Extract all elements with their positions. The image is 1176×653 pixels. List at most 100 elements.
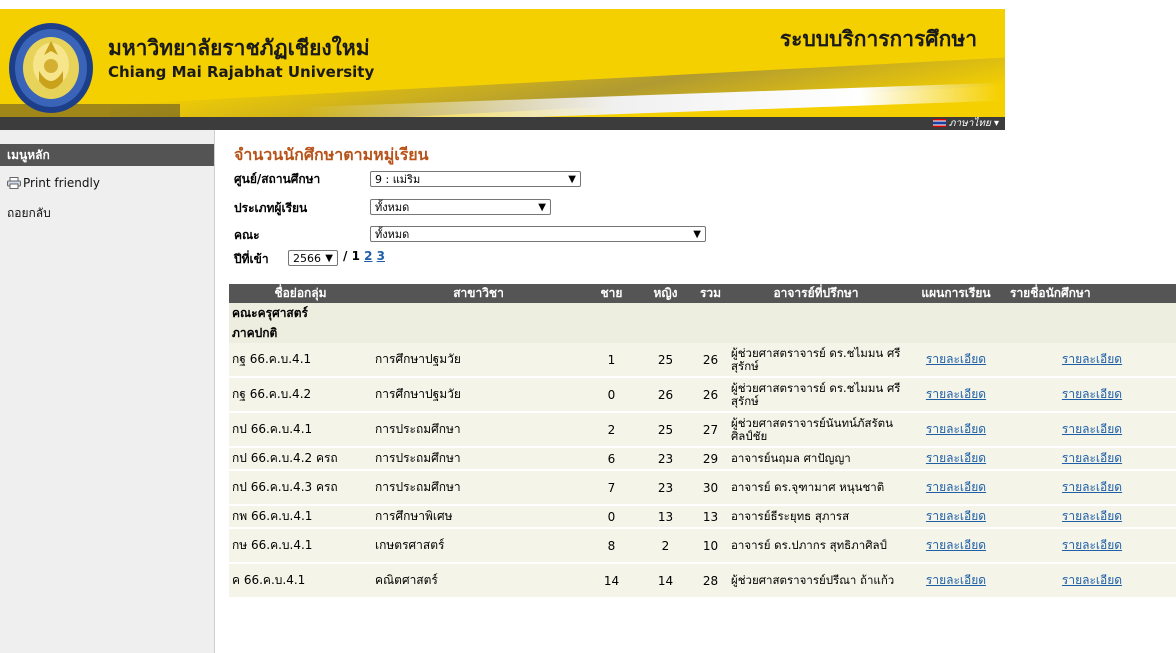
group-cell: ค 66.ค.บ.4.1	[229, 563, 372, 599]
page-title: จำนวนนักศึกษาตามหมู่เรียน	[234, 145, 429, 164]
menu-title: เมนูหลัก	[0, 144, 214, 166]
faculty-label: คณะ	[234, 228, 260, 242]
student-list-link[interactable]: รายละเอียด	[1062, 573, 1122, 587]
study-plan-link-cell: รายละเอียด	[904, 377, 1008, 413]
section-group-label: ภาคปกติ	[229, 323, 1176, 343]
study-plan-link[interactable]: รายละเอียด	[926, 509, 986, 523]
study-plan-link[interactable]: รายละเอียด	[926, 538, 986, 552]
column-header: อาจารย์ที่ปรึกษา	[728, 284, 904, 303]
student-list-link[interactable]: รายละเอียด	[1062, 352, 1122, 366]
student-list-link-cell: รายละเอียด	[1008, 343, 1176, 378]
major-cell: การประถมศึกษา	[372, 447, 585, 471]
group-cell: กพ 66.ค.บ.4.1	[229, 505, 372, 529]
female-count-cell: 23	[638, 447, 693, 471]
student-list-link-cell: รายละเอียด	[1008, 528, 1176, 564]
major-cell: การศึกษาปฐมวัย	[372, 377, 585, 413]
chevron-down-icon: ▼	[693, 229, 701, 240]
female-count-cell: 13	[638, 505, 693, 529]
student-list-link-cell: รายละเอียด	[1008, 447, 1176, 471]
learner-type-select[interactable]: ทั้งหมด ▼	[370, 199, 551, 215]
group-cell: กป 66.ค.บ.4.2 ครถ	[229, 447, 372, 471]
student-list-link[interactable]: รายละเอียด	[1062, 480, 1122, 494]
male-count-cell: 0	[585, 505, 638, 529]
language-selector[interactable]: ภาษาไทย ▾	[932, 117, 999, 130]
table-header-row: ชื่อย่อกลุ่ม สาขาวิชา ชาย หญิง รวม อาจาร…	[229, 284, 1176, 303]
student-list-link-cell: รายละเอียด	[1008, 563, 1176, 599]
major-cell: การประถมศึกษา	[372, 470, 585, 506]
study-plan-link-cell: รายละเอียด	[904, 505, 1008, 529]
group-cell: กฐ 66.ค.บ.4.2	[229, 377, 372, 413]
total-count-cell: 10	[693, 528, 728, 564]
table-row: กพ 66.ค.บ.4.1 การศึกษาพิเศษ 0 13 13 อาจารย์ธี…	[229, 505, 1176, 529]
study-plan-link[interactable]: รายละเอียด	[926, 480, 986, 494]
female-count-cell: 26	[638, 377, 693, 413]
faculty-select[interactable]: ทั้งหมด ▼	[370, 226, 706, 242]
total-count-cell: 26	[693, 377, 728, 413]
faculty-group-label: คณะครุศาสตร์	[229, 303, 1176, 323]
table-row: กป 66.ค.บ.4.2 ครถ การประถมศึกษา 6 23 29 อาจาร…	[229, 447, 1176, 471]
system-name: ระบบบริการการศึกษา	[779, 27, 977, 51]
advisor-cell: อาจารย์ ดร.ปภากร สุทธิภาศิลป์	[728, 528, 904, 564]
student-list-link[interactable]: รายละเอียด	[1062, 387, 1122, 401]
student-list-link-cell: รายละเอียด	[1008, 377, 1176, 413]
male-count-cell: 8	[585, 528, 638, 564]
male-count-cell: 0	[585, 377, 638, 413]
header-banner: มหาวิทยาลัยราชภัฏเชียงใหม่ Chiang Mai Ra…	[0, 9, 1005, 117]
year-select[interactable]: 2566 ▼	[288, 250, 338, 266]
advisor-cell: อาจารย์ธีระยุทธ สุภารส	[728, 505, 904, 529]
study-plan-link[interactable]: รายละเอียด	[926, 387, 986, 401]
page-current: 1	[351, 249, 360, 263]
group-cell: กษ 66.ค.บ.4.1	[229, 528, 372, 564]
table-row: กฐ 66.ค.บ.4.1 การศึกษาปฐมวัย 1 25 26 ผู้ช่วยศ…	[229, 343, 1176, 378]
total-count-cell: 28	[693, 563, 728, 599]
study-plan-link[interactable]: รายละเอียด	[926, 422, 986, 436]
center-select[interactable]: 9 : แม่ริม ▼	[370, 171, 581, 187]
student-list-link[interactable]: รายละเอียด	[1062, 538, 1122, 552]
major-cell: การประถมศึกษา	[372, 412, 585, 448]
female-count-cell: 14	[638, 563, 693, 599]
column-header: ชื่อย่อกลุ่ม	[229, 284, 372, 303]
print-friendly-label: Print friendly	[23, 176, 100, 190]
study-plan-link-cell: รายละเอียด	[904, 412, 1008, 448]
total-count-cell: 29	[693, 447, 728, 471]
male-count-cell: 1	[585, 343, 638, 378]
advisor-cell: อาจารย์นฤมล ศาปัญญา	[728, 447, 904, 471]
center-select-value: 9 : แม่ริม	[375, 173, 421, 186]
study-plan-link[interactable]: รายละเอียด	[926, 451, 986, 465]
study-plan-link[interactable]: รายละเอียด	[926, 573, 986, 587]
male-count-cell: 7	[585, 470, 638, 506]
table-row: กษ 66.ค.บ.4.1 เกษตรศาสตร์ 8 2 10 อาจารย์ ดร.ป…	[229, 528, 1176, 564]
group-cell: กป 66.ค.บ.4.3 ครถ	[229, 470, 372, 506]
table-row: กป 66.ค.บ.4.1 การประถมศึกษา 2 25 27 ผู้ช่วยศา…	[229, 412, 1176, 448]
university-name-english: Chiang Mai Rajabhat University	[108, 63, 375, 81]
student-list-link[interactable]: รายละเอียด	[1062, 451, 1122, 465]
pagination-separator: /	[343, 249, 348, 263]
study-plan-link[interactable]: รายละเอียด	[926, 352, 986, 366]
student-list-link[interactable]: รายละเอียด	[1062, 509, 1122, 523]
table-row: กฐ 66.ค.บ.4.2 การศึกษาปฐมวัย 0 26 26 ผู้ช่วยศ…	[229, 377, 1176, 413]
learner-type-select-value: ทั้งหมด	[375, 201, 410, 214]
table-row: ค 66.ค.บ.4.1 คณิตศาสตร์ 14 14 28 ผู้ช่วยศาสตร…	[229, 563, 1176, 599]
column-header: หญิง	[638, 284, 693, 303]
group-cell: กป 66.ค.บ.4.1	[229, 412, 372, 448]
female-count-cell: 25	[638, 412, 693, 448]
university-name-thai: มหาวิทยาลัยราชภัฏเชียงใหม่	[108, 36, 370, 60]
faculty-group-row: คณะครุศาสตร์	[229, 303, 1176, 323]
study-plan-link-cell: รายละเอียด	[904, 563, 1008, 599]
male-count-cell: 6	[585, 447, 638, 471]
page-link-2[interactable]: 2	[364, 249, 372, 263]
university-seal-icon	[9, 23, 93, 113]
total-count-cell: 26	[693, 343, 728, 378]
study-plan-link-cell: รายละเอียด	[904, 470, 1008, 506]
column-header: ชาย	[585, 284, 638, 303]
print-friendly-link[interactable]: Print friendly	[7, 176, 100, 190]
back-link[interactable]: ถอยกลับ	[7, 204, 51, 223]
page-link-3[interactable]: 3	[377, 249, 385, 263]
total-count-cell: 13	[693, 505, 728, 529]
year-select-value: 2566	[293, 252, 321, 265]
language-label: ภาษาไทย ▾	[948, 118, 999, 129]
student-list-link-cell: รายละเอียด	[1008, 505, 1176, 529]
column-header: รวม	[693, 284, 728, 303]
student-list-link[interactable]: รายละเอียด	[1062, 422, 1122, 436]
total-count-cell: 30	[693, 470, 728, 506]
